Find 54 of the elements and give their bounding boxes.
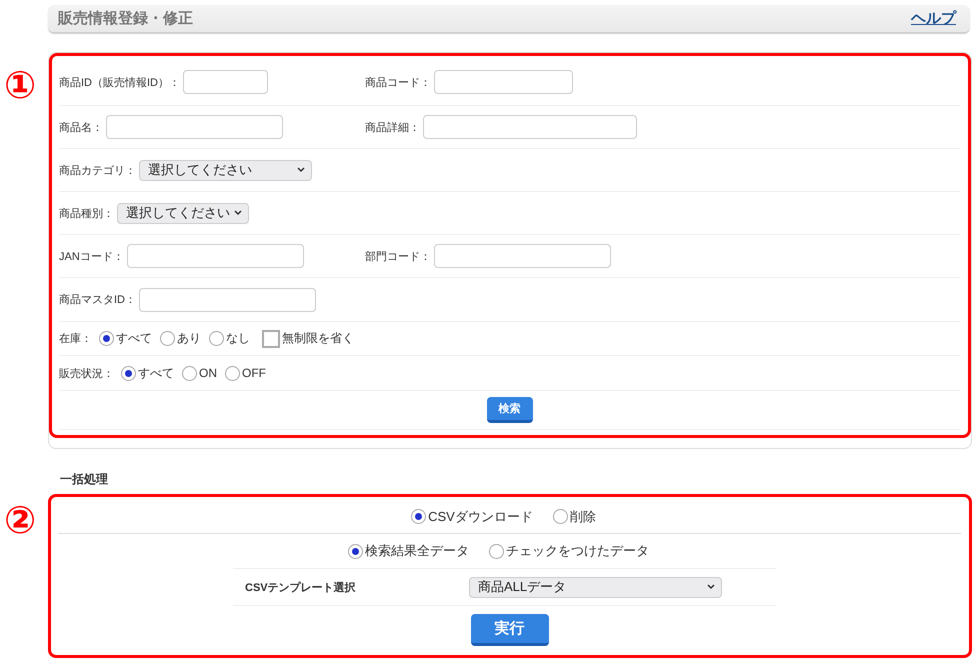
option-label: あり: [177, 330, 201, 347]
chevron-down-icon: [234, 210, 242, 216]
checkbox[interactable]: [262, 330, 280, 348]
radio-button[interactable]: [348, 544, 363, 558]
field-label: 商品コード：: [365, 76, 431, 90]
field-label: 在庫：: [59, 332, 92, 346]
field-label: 商品名：: [59, 120, 103, 134]
field-label: 部門コード：: [365, 250, 431, 264]
field-label: JANコード：: [59, 250, 124, 264]
option-label: すべて: [138, 364, 174, 382]
input-field[interactable]: [423, 115, 637, 139]
radio-button[interactable]: [489, 544, 504, 558]
radio-button[interactable]: [121, 366, 136, 380]
dropdown-select[interactable]: 選択してください: [139, 160, 312, 180]
field-label: 商品種別：: [59, 206, 114, 220]
input-field[interactable]: [183, 70, 268, 94]
field-label: 商品ID（販売情報ID）：: [59, 76, 180, 90]
option-label: 検索結果全データ: [365, 542, 469, 560]
radio-button[interactable]: [182, 366, 197, 380]
page-title: 販売情報登録・修正: [58, 9, 193, 28]
option-label: CSVダウンロード: [428, 508, 533, 526]
template-select[interactable]: 商品ALLデータ: [469, 576, 722, 598]
step-marker: ②: [4, 500, 36, 540]
radio-button[interactable]: [209, 331, 224, 346]
dropdown-select[interactable]: 選択してください: [117, 202, 249, 224]
radio-button[interactable]: [411, 509, 426, 524]
option-label: 削除: [570, 508, 596, 526]
chevron-down-icon: [297, 167, 305, 173]
radio-button[interactable]: [160, 331, 175, 346]
option-label: なし: [226, 330, 250, 347]
field-label: 商品マスタID：: [59, 292, 136, 307]
field-label: 商品カテゴリ：: [59, 164, 136, 178]
chevron-down-icon: [707, 584, 715, 590]
execute-button[interactable]: 実行: [470, 614, 548, 646]
step-marker: ①: [4, 65, 36, 105]
search-button[interactable]: 検索: [486, 397, 532, 423]
option-label: すべて: [116, 330, 152, 347]
option-label: ON: [199, 366, 217, 380]
template-label: CSVテンプレート選択: [244, 580, 357, 594]
checkbox-label: 無制限を省く: [282, 330, 354, 347]
option-label: OFF: [242, 366, 266, 380]
help-link[interactable]: ヘルプ: [911, 9, 956, 28]
input-field[interactable]: [434, 244, 611, 268]
field-label: 販売状況：: [59, 366, 114, 380]
radio-button[interactable]: [99, 331, 114, 346]
section-title: 一括処理: [60, 471, 109, 487]
input-field[interactable]: [139, 288, 316, 312]
field-label: 商品詳細：: [365, 120, 420, 134]
input-field[interactable]: [126, 244, 304, 268]
radio-button[interactable]: [225, 366, 240, 380]
input-field[interactable]: [434, 70, 573, 94]
radio-button[interactable]: [552, 509, 568, 524]
input-field[interactable]: [106, 115, 283, 139]
option-label: チェックをつけたデータ: [506, 542, 649, 560]
